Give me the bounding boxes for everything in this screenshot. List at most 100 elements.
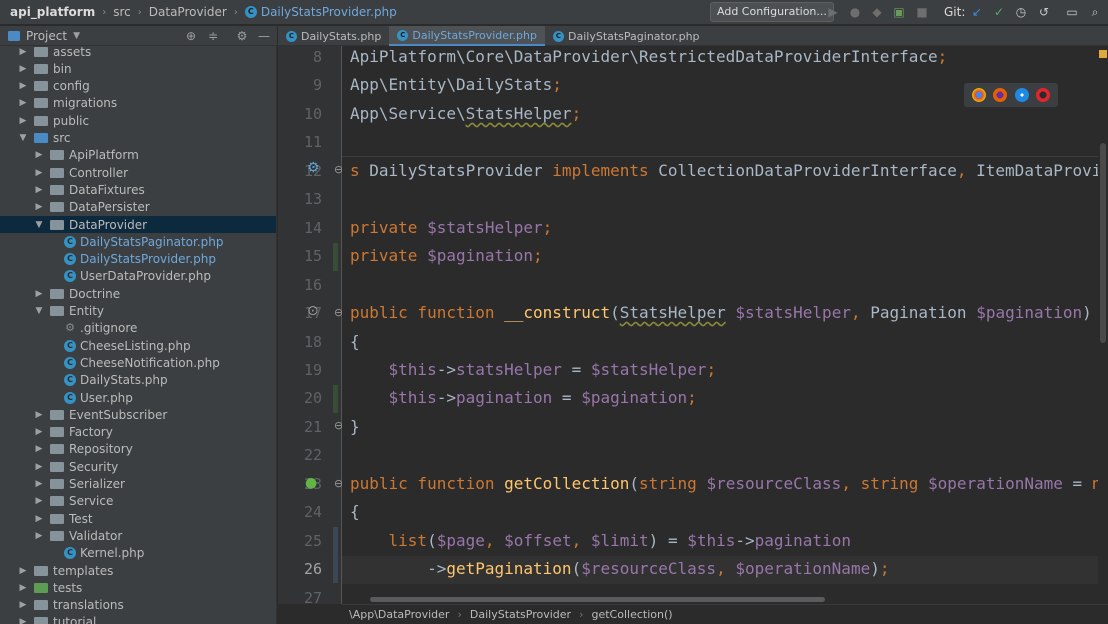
tree-item[interactable]: C CheeseListing.php	[0, 337, 276, 354]
window-icon[interactable]: ▭	[1065, 5, 1079, 19]
tree-item[interactable]: C User.php	[0, 389, 276, 406]
tree-item[interactable]: ▼ src	[0, 130, 276, 147]
tree-item[interactable]: ▶ bin	[0, 60, 276, 77]
code-line[interactable]: public function getCollection(string $re…	[350, 470, 1098, 498]
breadcrumb-file[interactable]: DailyStatsProvider.php	[261, 5, 397, 19]
gear-icon[interactable]: ⚙	[307, 160, 320, 176]
code-line[interactable]: $this->pagination = $pagination;	[350, 384, 697, 412]
chevron-right-icon[interactable]: ▶	[34, 479, 44, 489]
history-icon[interactable]: ◷	[1014, 5, 1028, 19]
chevron-right-icon[interactable]: ▶	[34, 444, 44, 454]
breadcrumb-class[interactable]: DailyStatsProvider	[470, 608, 571, 621]
tree-item[interactable]: ▶ translations	[0, 597, 276, 614]
code-line[interactable]: ->getPagination($resourceClass, $operati…	[350, 555, 889, 583]
git-update-icon[interactable]: ↙	[970, 5, 984, 19]
tree-item[interactable]: C DailyStatsProvider.php	[0, 251, 276, 268]
chevron-right-icon[interactable]: ▶	[34, 462, 44, 472]
chevron-down-icon[interactable]: ▼	[34, 220, 44, 230]
stop-icon[interactable]: ■	[915, 5, 929, 19]
firefox-icon[interactable]	[993, 88, 1008, 102]
chrome-icon[interactable]	[971, 88, 986, 102]
code-line[interactable]: private $statsHelper;	[350, 214, 552, 242]
tree-item[interactable]: ▶ Service	[0, 493, 276, 510]
tree-item[interactable]: ▼ Entity	[0, 303, 276, 320]
tree-item[interactable]: ▶ Validator	[0, 527, 276, 544]
tree-item[interactable]: ▶ migrations	[0, 95, 276, 112]
chevron-right-icon[interactable]: ▶	[34, 168, 44, 178]
locate-icon[interactable]: ⊕	[184, 29, 198, 43]
breadcrumb-dir[interactable]: DataProvider	[149, 5, 227, 19]
tree-item[interactable]: ▶ EventSubscriber	[0, 406, 276, 423]
chevron-right-icon[interactable]: ▶	[18, 81, 28, 91]
tree-item[interactable]: ▶ config	[0, 78, 276, 95]
code-line[interactable]: public function __construct(StatsHelper …	[350, 299, 1092, 327]
tree-item[interactable]: ▶ Serializer	[0, 476, 276, 493]
chevron-right-icon[interactable]: ▶	[34, 185, 44, 195]
tree-item[interactable]: ▶ Security	[0, 458, 276, 475]
rollback-icon[interactable]: ↺	[1037, 5, 1051, 19]
implement-icon[interactable]: ⊙	[307, 303, 319, 319]
coverage-icon[interactable]: ◆	[870, 5, 884, 19]
chevron-right-icon[interactable]: ▶	[34, 202, 44, 212]
chevron-right-icon[interactable]: ▶	[34, 496, 44, 506]
tree-item[interactable]: ⚙ .gitignore	[0, 320, 276, 337]
chevron-right-icon[interactable]: ▶	[18, 64, 28, 74]
code-line[interactable]: {	[350, 498, 360, 526]
code-line[interactable]: }	[350, 413, 360, 441]
breadcrumb-project[interactable]: api_platform	[10, 5, 95, 19]
code-line[interactable]: s DailyStatsProvider implements Collecti…	[350, 157, 1098, 185]
tree-item[interactable]: ▶ assets	[0, 46, 276, 60]
profile-icon[interactable]: ▣	[892, 5, 906, 19]
collapse-icon[interactable]: ≑	[206, 29, 220, 43]
tree-item[interactable]: ▶ Test	[0, 510, 276, 527]
gear-icon[interactable]: ⚙	[235, 29, 249, 43]
chevron-right-icon[interactable]: ▶	[18, 617, 28, 624]
code-line[interactable]: App\Entity\DailyStats;	[350, 71, 562, 99]
horizontal-scrollbar[interactable]	[370, 597, 825, 602]
override-icon[interactable]: ●	[305, 475, 317, 491]
chevron-down-icon[interactable]: ▼	[34, 306, 44, 316]
breadcrumb-namespace[interactable]: \App\DataProvider	[349, 608, 449, 621]
chevron-right-icon[interactable]: ▶	[18, 583, 28, 593]
opera-icon[interactable]	[1036, 88, 1051, 102]
tree-item[interactable]: C UserDataProvider.php	[0, 268, 276, 285]
tree-item[interactable]: ▶ Repository	[0, 441, 276, 458]
editor-tab[interactable]: C DailyStatsPaginator.php	[545, 26, 708, 46]
code-editor[interactable]: ApiPlatform\Core\DataProvider\Restricted…	[342, 46, 1098, 604]
code-line[interactable]: $this->statsHelper = $statsHelper;	[350, 356, 717, 384]
editor-tab[interactable]: C DailyStatsProvider.php	[389, 26, 545, 46]
chevron-right-icon[interactable]: ▶	[34, 410, 44, 420]
tree-item[interactable]: ▶ Factory	[0, 424, 276, 441]
vertical-scrollbar[interactable]	[1098, 46, 1108, 604]
chevron-right-icon[interactable]: ▶	[34, 150, 44, 160]
minimize-icon[interactable]: —	[257, 29, 271, 43]
debug-icon[interactable]: ●	[848, 5, 862, 19]
project-title[interactable]: Project	[26, 29, 67, 43]
tree-item[interactable]: ▶ tests	[0, 579, 276, 596]
code-line[interactable]: {	[350, 328, 360, 356]
code-line[interactable]: private $pagination;	[350, 242, 543, 270]
chevron-right-icon[interactable]: ▶	[34, 289, 44, 299]
tree-item[interactable]: ▶ tutorial	[0, 614, 276, 624]
chevron-right-icon[interactable]: ▶	[18, 566, 28, 576]
tree-item[interactable]: ▶ public	[0, 112, 276, 129]
tree-item[interactable]: ▶ DataFixtures	[0, 181, 276, 198]
chevron-right-icon[interactable]: ▶	[18, 600, 28, 610]
tree-item[interactable]: C DailyStatsPaginator.php	[0, 233, 276, 250]
tree-item[interactable]: ▶ templates	[0, 562, 276, 579]
breadcrumb-src[interactable]: src	[113, 5, 131, 19]
tree-item[interactable]: ▶ ApiPlatform	[0, 147, 276, 164]
chevron-down-icon[interactable]: ▼	[18, 133, 28, 143]
code-line[interactable]: App\Service\StatsHelper;	[350, 100, 581, 128]
code-line[interactable]: list($page, $offset, $limit) = $this->pa…	[350, 527, 851, 555]
safari-icon[interactable]	[1014, 88, 1029, 102]
chevron-down-icon[interactable]: ▼	[73, 31, 80, 41]
chevron-right-icon[interactable]: ▶	[18, 116, 28, 126]
run-icon[interactable]: ▶	[826, 5, 840, 19]
breadcrumb-method[interactable]: getCollection()	[591, 608, 672, 621]
tree-item[interactable]: C CheeseNotification.php	[0, 354, 276, 371]
tree-item[interactable]: C DailyStats.php	[0, 372, 276, 389]
tree-item[interactable]: ▶ DataPersister	[0, 199, 276, 216]
tree-item[interactable]: ▶ Doctrine	[0, 285, 276, 302]
chevron-right-icon[interactable]: ▶	[34, 427, 44, 437]
